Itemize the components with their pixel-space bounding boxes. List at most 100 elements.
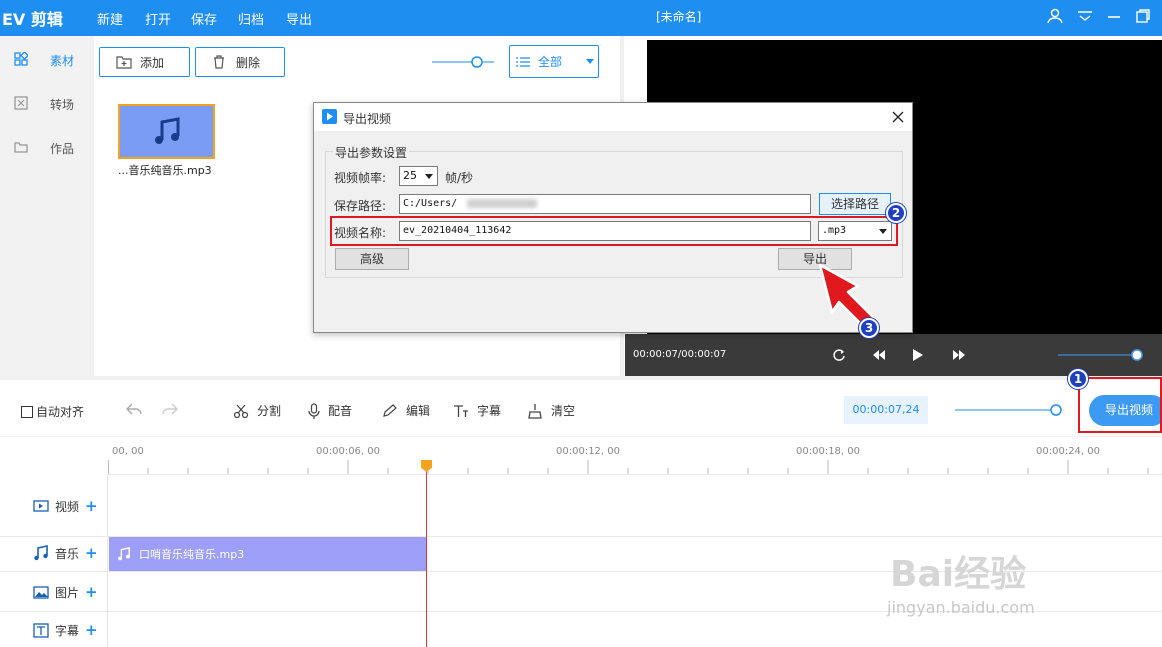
checkbox-box[interactable]	[21, 405, 33, 418]
nav-item-media[interactable]: 素材	[0, 40, 94, 80]
highlight-box-export	[1078, 377, 1162, 433]
menu-new[interactable]: 新建	[97, 9, 123, 28]
ruler-ticks	[108, 460, 1149, 474]
track-label-subtitle: 字幕 +	[33, 621, 98, 639]
edit-button[interactable]: 编辑	[382, 402, 430, 419]
play-icon[interactable]	[912, 348, 924, 362]
subtitle-label: 字幕	[477, 404, 502, 418]
music-note-icon	[118, 547, 130, 561]
rewind-icon[interactable]	[872, 348, 886, 362]
choose-path-button[interactable]: 选择路径	[819, 193, 891, 215]
replay-icon[interactable]	[832, 348, 846, 362]
music-clip[interactable]: 口哨音乐纯音乐.mp3	[109, 537, 426, 571]
app-title: EV 剪辑	[2, 10, 63, 29]
watermark-main: Bai经验	[890, 554, 1027, 595]
add-subtitle-button[interactable]: +	[85, 621, 98, 639]
title-bar	[0, 0, 1162, 36]
window-title: [未命名]	[656, 10, 702, 24]
timeline-zoom-slider[interactable]	[955, 402, 1065, 418]
undo-icon[interactable]	[126, 402, 142, 416]
subtitle-button[interactable]: 字幕	[453, 402, 501, 419]
chevron-down-icon	[425, 174, 433, 179]
step-badge-1: 1	[1068, 369, 1088, 389]
advanced-button[interactable]: 高级	[335, 248, 409, 270]
ruler-tick-label: 00:00:12, 00	[556, 446, 620, 457]
add-music-button[interactable]: +	[85, 544, 98, 562]
add-button[interactable]: 添加	[99, 47, 190, 77]
scissors-icon	[233, 404, 249, 418]
ruler-tick-label: 00, 00	[112, 446, 144, 457]
split-button[interactable]: 分割	[233, 402, 281, 419]
dub-button[interactable]: 配音	[308, 402, 352, 419]
track-label-text: 字幕	[55, 623, 80, 638]
path-value: C:/Users/	[403, 198, 458, 209]
play-logo-icon	[322, 109, 337, 124]
fps-value: 25	[403, 169, 417, 182]
folder-icon	[14, 142, 28, 153]
delete-button[interactable]: 删除	[195, 47, 285, 77]
fps-unit: 帧/秒	[445, 171, 474, 185]
close-icon[interactable]	[892, 111, 904, 123]
dialog-titlebar: 导出视频	[314, 103, 912, 131]
current-time: 00:00:07,24	[844, 396, 928, 424]
media-thumbnail[interactable]	[118, 104, 215, 159]
blurred-username	[467, 198, 538, 208]
track-label-text: 视频	[55, 499, 80, 514]
track-subtitle: 字幕 +	[0, 612, 1162, 647]
track-video: 视频 +	[0, 475, 1162, 537]
playhead-line[interactable]	[426, 462, 427, 647]
chevron-down-icon	[586, 59, 595, 64]
fast-forward-icon[interactable]	[952, 348, 966, 362]
fps-select[interactable]: 25	[399, 166, 438, 186]
music-note-icon	[155, 117, 180, 144]
broom-icon	[528, 403, 542, 419]
text-box-icon	[33, 622, 49, 638]
microphone-icon	[308, 402, 320, 419]
media-item-label: ...音乐纯音乐.mp3	[118, 164, 212, 177]
filter-value: 全部	[538, 55, 563, 69]
nav-item-label: 素材	[50, 54, 75, 68]
music-clip-label: 口哨音乐纯音乐.mp3	[139, 548, 245, 561]
dropdown-menu-icon[interactable]	[1076, 7, 1094, 25]
delete-button-label: 删除	[236, 55, 261, 70]
maximize-icon[interactable]	[1134, 7, 1152, 25]
player-timecode: 00:00:07/00:00:07	[633, 349, 727, 360]
volume-slider[interactable]	[1058, 347, 1150, 363]
add-video-button[interactable]: +	[85, 497, 98, 515]
path-input[interactable]: C:/Users/	[399, 194, 811, 214]
step-badge-3: 3	[859, 318, 879, 338]
trash-icon	[214, 55, 224, 69]
menu-save[interactable]: 保存	[191, 9, 217, 28]
menu-open[interactable]: 打开	[145, 9, 171, 28]
auto-align-checkbox[interactable]: 自动对齐	[21, 403, 84, 420]
track-label-text: 图片	[55, 585, 80, 600]
music-note-icon	[34, 545, 48, 561]
menu-archive[interactable]: 归档	[238, 9, 264, 28]
redo-icon[interactable]	[162, 402, 178, 416]
clear-button[interactable]: 清空	[527, 402, 575, 419]
grid-icon	[14, 52, 28, 66]
menu-export[interactable]: 导出	[286, 9, 312, 28]
nav-item-transition[interactable]: 转场	[0, 84, 94, 124]
add-image-button[interactable]: +	[85, 583, 98, 601]
path-label: 保存路径:	[334, 199, 387, 213]
track-label-image: 图片 +	[33, 583, 98, 601]
split-label: 分割	[257, 404, 282, 418]
ruler-tick-label: 00:00:06, 00	[316, 446, 380, 457]
watermark: Bai经验	[890, 545, 1026, 597]
zoom-slider[interactable]	[432, 54, 494, 70]
filter-select[interactable]: 全部	[509, 45, 599, 78]
clear-label: 清空	[551, 404, 576, 418]
text-icon	[454, 404, 468, 417]
user-icon[interactable]	[1046, 7, 1064, 25]
dub-label: 配音	[328, 404, 353, 418]
minimize-icon[interactable]	[1105, 7, 1123, 25]
ruler-tick-label: 00:00:24, 00	[1036, 446, 1100, 457]
list-icon	[516, 56, 530, 67]
image-icon	[33, 585, 49, 599]
highlight-box-name	[330, 216, 898, 246]
ruler-tick-label: 00:00:18, 00	[796, 446, 860, 457]
auto-align-label: 自动对齐	[36, 405, 85, 419]
dialog-title: 导出视频	[343, 112, 392, 126]
nav-item-works[interactable]: 作品	[0, 128, 94, 168]
